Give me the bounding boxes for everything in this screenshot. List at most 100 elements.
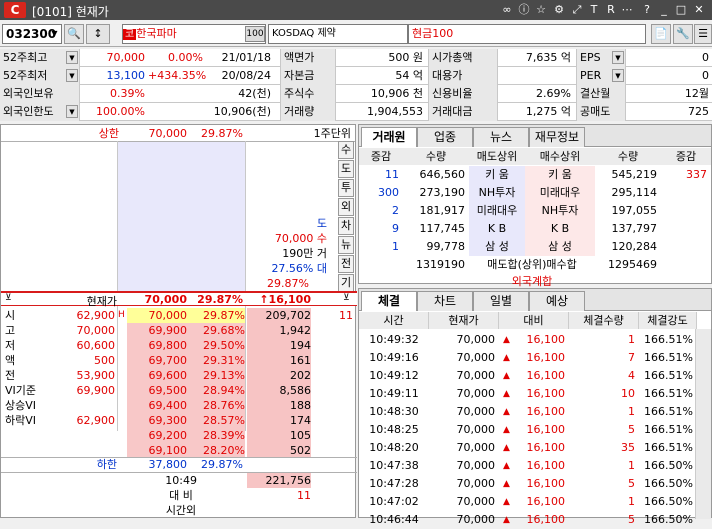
bid-price[interactable]: 69,300: [127, 413, 187, 428]
broker-cell[interactable]: 키 움: [525, 166, 595, 184]
search-icon[interactable]: 🔍: [64, 24, 84, 44]
total-sell-qty: 1319190: [416, 258, 465, 271]
broker-cell[interactable]: 미래대우: [525, 184, 595, 202]
bid-pct: 28.76%: [187, 398, 245, 413]
broker-cell[interactable]: NH투자: [525, 202, 595, 220]
menu-icon[interactable]: ⋯: [620, 3, 634, 17]
tab-finance[interactable]: 재무정보: [529, 127, 585, 147]
bookmark-icon[interactable]: ☆: [534, 3, 548, 17]
broker-cell[interactable]: 키 움: [469, 166, 525, 184]
ratio-badge: 100: [245, 26, 265, 42]
trade-col-header[interactable]: 체결수량: [569, 312, 639, 329]
info-value-2: 10,906(천): [213, 105, 271, 118]
trade-cell: 7: [628, 351, 635, 364]
tab-sector[interactable]: 업종: [417, 127, 473, 147]
close-button[interactable]: ✕: [692, 3, 706, 17]
broker-col-header[interactable]: 수량: [595, 148, 661, 165]
info-icon[interactable]: ⓘ: [517, 3, 531, 17]
bid-change: [313, 398, 353, 413]
side-tab[interactable]: 뉴: [338, 236, 354, 254]
minimize-button[interactable]: _: [657, 3, 671, 17]
trade-col-header[interactable]: 시간: [359, 312, 429, 329]
up-arrow-icon: ▲: [503, 371, 510, 381]
broker-cell[interactable]: K B: [525, 220, 595, 238]
broker-col-header[interactable]: 수량: [403, 148, 469, 165]
info-value-3: 54 억: [395, 69, 423, 82]
tools-icon[interactable]: ⚙: [552, 3, 566, 17]
trade-col-header[interactable]: 체결강도: [639, 312, 697, 329]
bid-pct: 28.39%: [187, 428, 245, 443]
broker-col-header[interactable]: 증감: [359, 148, 403, 165]
trade-cell: 1: [628, 495, 635, 508]
broker-cell[interactable]: NH투자: [469, 184, 525, 202]
trade-cell: 1: [628, 333, 635, 346]
side-tab[interactable]: 수: [338, 141, 354, 159]
link-icon[interactable]: ∞: [500, 3, 514, 17]
side-tab[interactable]: 도: [338, 160, 354, 178]
side-tab[interactable]: 전: [338, 255, 354, 273]
broker-col-header[interactable]: 매도상위: [469, 148, 525, 165]
dropdown-icon[interactable]: ▼: [612, 51, 624, 64]
info-label-2: 주식수: [280, 85, 336, 103]
document-icon[interactable]: 📄: [651, 24, 671, 44]
tab-trader[interactable]: 거래원: [361, 127, 417, 147]
info-label-3: 대용가: [428, 67, 498, 85]
side-tab[interactable]: 차: [338, 217, 354, 235]
dropdown-icon[interactable]: ▼: [612, 69, 624, 82]
ask-band: [117, 141, 245, 295]
info-row: 외국인보유 0.39% 42(천) 주식수 10,906 천 신용비율 2.69% 결산월 12…: [0, 85, 712, 103]
broker-cell[interactable]: 미래대우: [469, 202, 525, 220]
bid-price[interactable]: 69,900: [127, 323, 187, 338]
bid-price[interactable]: 70,000: [127, 308, 187, 323]
trade-cell: 10:48:20: [369, 441, 419, 454]
notice-line-1: 도: [316, 217, 327, 230]
tab-news[interactable]: 뉴스: [473, 127, 529, 147]
broker-cell[interactable]: 삼 성: [469, 238, 525, 256]
bid-price[interactable]: 69,600: [127, 368, 187, 383]
bid-price[interactable]: 69,800: [127, 338, 187, 353]
broker-col-header[interactable]: 매수상위: [525, 148, 595, 165]
font-size-icon[interactable]: T: [587, 3, 601, 17]
sort-icon[interactable]: ↕: [86, 24, 110, 44]
bid-price[interactable]: 69,200: [127, 428, 187, 443]
trades-scrollbar[interactable]: [695, 329, 711, 519]
expand-icon[interactable]: ⤢: [570, 3, 584, 17]
dropdown-icon[interactable]: ▼: [66, 51, 78, 64]
trade-col-header[interactable]: 현재가: [429, 312, 499, 329]
info-row: 52주최고 ▼ 70,000 0.00% 21/01/18 액면가 500 원 시가총액 7,6…: [0, 49, 712, 67]
trade-col-header[interactable]: 대비: [499, 312, 569, 329]
list-icon[interactable]: ☰: [694, 24, 712, 44]
tab-expected[interactable]: 예상: [529, 291, 585, 311]
bid-price[interactable]: 69,400: [127, 398, 187, 413]
broker-col-header[interactable]: 증감: [661, 148, 711, 165]
expand-down-icon[interactable]: ⊻: [343, 293, 350, 303]
dropdown-icon[interactable]: ▼: [66, 105, 78, 118]
side-tab[interactable]: 기: [338, 274, 354, 292]
tab-daily[interactable]: 일별: [473, 291, 529, 311]
broker-cell[interactable]: 삼 성: [525, 238, 595, 256]
code-dropdown-icon[interactable]: ▼: [48, 25, 61, 43]
tab-chart[interactable]: 차트: [417, 291, 473, 311]
bid-side-label: [5, 428, 55, 443]
bid-price[interactable]: 69,500: [127, 383, 187, 398]
bid-price[interactable]: 69,700: [127, 353, 187, 368]
side-tab[interactable]: 외: [338, 198, 354, 216]
side-tab[interactable]: 투: [338, 179, 354, 197]
broker-cell: 11: [385, 168, 399, 181]
refresh-icon[interactable]: R: [604, 3, 618, 17]
trade-cell: 166.51%: [644, 405, 693, 418]
dropdown-icon[interactable]: ▼: [66, 69, 78, 82]
collapse-icon[interactable]: ⊻: [5, 293, 12, 303]
settings-icon[interactable]: 🔧: [673, 24, 693, 44]
broker-cell[interactable]: K B: [469, 220, 525, 238]
broker-cell: 99,778: [426, 240, 466, 253]
trade-cell: 70,000: [456, 441, 496, 454]
maximize-button[interactable]: □: [674, 3, 688, 17]
broker-cell: 2: [392, 204, 399, 217]
tab-execution[interactable]: 체결: [361, 291, 417, 311]
bid-change: [313, 353, 353, 368]
bid-side-value: [51, 443, 115, 458]
help-icon[interactable]: ?: [640, 3, 654, 17]
bid-price[interactable]: 69,100: [127, 443, 187, 458]
broker-cell: 1: [392, 240, 399, 253]
